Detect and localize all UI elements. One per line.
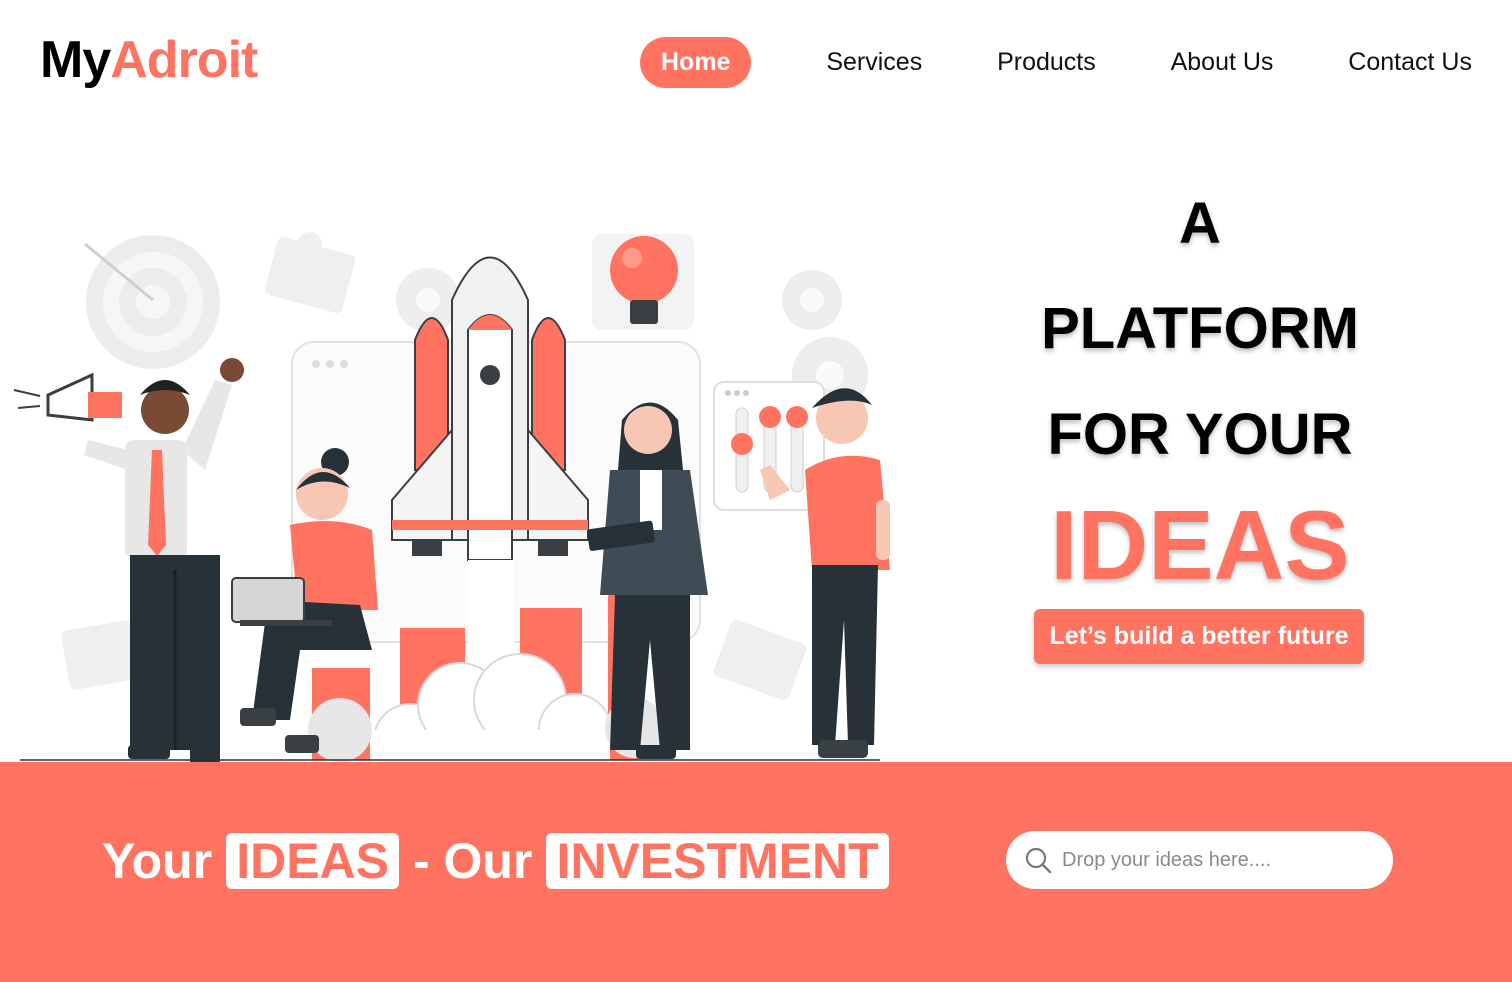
tagline-your: Your (102, 833, 213, 889)
logo-part-my: My (40, 31, 111, 89)
nav-services[interactable]: Services (826, 49, 922, 75)
headline-line-for-your: FOR YOUR (1047, 402, 1353, 467)
lightbulb-icon (592, 234, 694, 330)
search-icon[interactable] (1024, 846, 1052, 874)
puzzle-piece-icon (713, 619, 807, 701)
bottom-banner: Your IDEAS - Our INVESTMENT (0, 762, 1512, 982)
search-input[interactable] (1062, 848, 1362, 872)
gear-icon (782, 270, 842, 330)
logo-part-adroit: Adroit (110, 31, 258, 89)
cta-button[interactable]: Let’s build a better future (1034, 609, 1364, 664)
puzzle-piece-icon (61, 620, 139, 690)
startup-launch-illustration (13, 232, 890, 777)
search-bar[interactable] (1006, 831, 1393, 889)
headline-line-ideas: IDEAS (1050, 490, 1350, 600)
tagline-ideas-badge: IDEAS (226, 832, 399, 890)
person-megaphone (13, 358, 244, 771)
headline-line-platform: PLATFORM (1041, 296, 1359, 361)
nav-home[interactable]: Home (640, 36, 752, 88)
tagline-our: - Our (413, 833, 533, 889)
headline-line-a: A (1179, 191, 1221, 256)
puzzle-piece-icon (264, 232, 356, 313)
hero-headline: A PLATFORM FOR YOUR IDEAS (990, 0, 1410, 600)
tagline-investment-badge: INVESTMENT (546, 832, 889, 890)
target-icon (84, 235, 220, 369)
logo[interactable]: MyAdroit (40, 31, 258, 89)
tagline: Your IDEAS - Our INVESTMENT (102, 832, 889, 890)
